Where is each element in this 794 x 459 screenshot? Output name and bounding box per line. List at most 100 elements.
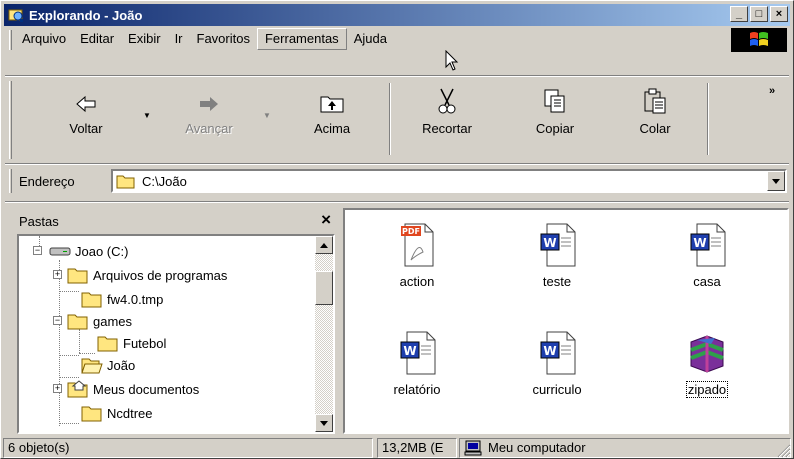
copy-icon (542, 81, 568, 115)
folder-icon (67, 268, 88, 284)
paste-button[interactable]: Colar (625, 81, 685, 151)
status-size: 13,2MB (E (377, 438, 457, 458)
expand-toggle[interactable]: + (53, 384, 62, 393)
address-value: C:\João (142, 173, 187, 189)
file-name: action (399, 274, 435, 289)
resize-grip-icon[interactable] (777, 444, 791, 458)
up-button[interactable]: Acima (297, 81, 367, 151)
tree-label: games (93, 313, 133, 329)
copy-label: Copiar (535, 121, 575, 136)
window-title: Explorando - João (29, 7, 143, 23)
file-view[interactable]: PDF action W teste W casa W relatório W … (343, 208, 789, 434)
menu-favoritos[interactable]: Favoritos (190, 29, 257, 49)
panes-separator (5, 201, 789, 203)
address-field[interactable]: C:\João (111, 169, 787, 193)
arrow-down-icon (320, 420, 328, 426)
address-dropdown-button[interactable] (767, 171, 785, 191)
tree-item-joao[interactable]: João (81, 354, 135, 376)
toolbar-more-chevron-icon[interactable]: » (769, 85, 775, 97)
menu-editar[interactable]: Editar (73, 29, 121, 49)
folders-close-button[interactable]: × (321, 210, 331, 230)
forward-dropdown-arrow-icon[interactable]: ▼ (263, 111, 271, 120)
dropdown-arrow-icon (772, 178, 780, 184)
my-documents-icon (67, 380, 88, 398)
scroll-down-button[interactable] (315, 414, 333, 432)
title-bar[interactable]: Explorando - João _ □ × (4, 4, 790, 26)
file-name: relatório (393, 382, 441, 397)
toolbar-divider (389, 83, 391, 155)
tree-item-fw40-tmp[interactable]: fw4.0.tmp (81, 288, 163, 310)
tree-item-futebol[interactable]: Futebol (97, 332, 166, 354)
file-item-zipado[interactable]: zipado (657, 324, 757, 398)
scroll-thumb[interactable] (315, 271, 333, 305)
file-item-relatorio[interactable]: W relatório (367, 324, 467, 397)
folder-icon (81, 406, 102, 422)
tree-item-drive-c[interactable]: − Joao (C:) (33, 240, 128, 262)
file-item-action[interactable]: PDF action (367, 216, 467, 289)
tree-label: Joao (C:) (75, 243, 129, 259)
pdf-badge-text: PDF (402, 227, 420, 236)
folder-tree[interactable]: − Joao (C:) + Arquivos de programas fw4. (17, 234, 335, 434)
folder-icon (97, 336, 118, 352)
up-label: Acima (313, 121, 351, 136)
address-grip[interactable] (9, 169, 12, 193)
tree-label: Meus documentos (93, 381, 200, 397)
collapse-toggle[interactable]: − (33, 246, 42, 255)
file-item-teste[interactable]: W teste (507, 216, 607, 289)
minimize-button[interactable]: _ (730, 6, 748, 22)
pdf-file-icon: PDF (401, 223, 434, 267)
file-name: curriculo (532, 382, 582, 397)
tree-item-ncdtree[interactable]: Ncdtree (81, 402, 153, 424)
copy-button[interactable]: Copiar (519, 81, 591, 151)
maximize-button[interactable]: □ (750, 6, 768, 22)
word-badge-text: W (543, 236, 556, 250)
toolbar-divider-right (707, 83, 709, 155)
file-name: teste (542, 274, 572, 289)
cut-button[interactable]: Recortar (407, 81, 487, 151)
windows-flag-icon (750, 32, 768, 46)
word-badge-text: W (403, 344, 416, 358)
arrow-up-icon (320, 242, 328, 248)
file-item-curriculo[interactable]: W curriculo (507, 324, 607, 397)
word-file-icon: W (540, 223, 576, 267)
close-button[interactable]: × (770, 6, 788, 22)
menu-exibir[interactable]: Exibir (121, 29, 168, 49)
file-item-casa[interactable]: W casa (657, 216, 757, 289)
paste-icon (642, 81, 668, 115)
expand-toggle[interactable]: + (53, 270, 62, 279)
status-size-text: 13,2MB (E (382, 440, 444, 455)
toolbar-grip[interactable] (9, 81, 12, 159)
tree-item-meus-documentos[interactable]: + Meus documentos (53, 378, 199, 400)
mouse-pointer-icon (445, 50, 459, 71)
collapse-toggle[interactable]: − (53, 316, 62, 325)
forward-arrow-icon (196, 81, 222, 115)
back-button[interactable]: Voltar (51, 81, 121, 151)
address-folder-icon (116, 175, 135, 189)
tree-label: João (107, 357, 136, 373)
menubar-grip[interactable] (9, 30, 12, 50)
folders-header: Pastas × (17, 208, 335, 234)
paste-label: Colar (639, 121, 671, 136)
tree-line (79, 329, 80, 353)
window-controls: _ □ × (728, 6, 788, 22)
menu-ferramentas[interactable]: Ferramentas (256, 28, 347, 50)
forward-label: Avançar (185, 121, 233, 136)
back-dropdown-arrow-icon[interactable]: ▼ (143, 111, 151, 120)
word-file-icon: W (540, 331, 576, 375)
word-file-icon: W (690, 223, 726, 267)
tree-item-arquivos-de-programas[interactable]: + Arquivos de programas (53, 264, 227, 286)
tree-line (59, 355, 79, 356)
status-object-count: 6 objeto(s) (3, 438, 373, 458)
back-label: Voltar (69, 121, 103, 136)
menu-arquivo[interactable]: Arquivo (15, 29, 73, 49)
tree-label: Ncdtree (107, 405, 153, 421)
status-location-text: Meu computador (488, 440, 586, 455)
forward-button[interactable]: Avançar (169, 81, 249, 151)
folders-title: Pastas (19, 214, 59, 229)
menu-ajuda[interactable]: Ajuda (347, 29, 394, 49)
menu-ir[interactable]: Ir (168, 29, 190, 49)
scroll-up-button[interactable] (315, 236, 333, 254)
tree-item-games[interactable]: − games (53, 310, 132, 332)
folder-tree-scrollbar[interactable] (315, 236, 333, 432)
toolbar-separator (5, 75, 789, 77)
